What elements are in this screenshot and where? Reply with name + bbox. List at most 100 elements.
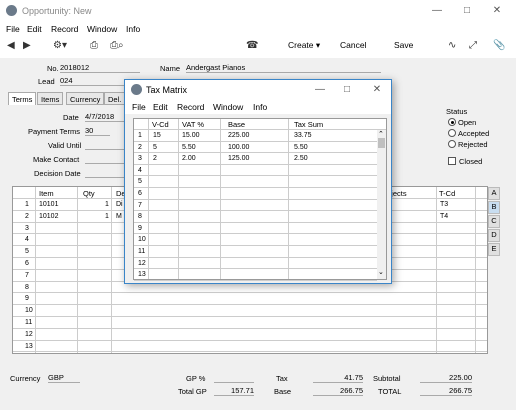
closed-checkbox[interactable] — [448, 157, 456, 165]
scroll-thumb[interactable] — [378, 138, 385, 148]
cell-qty[interactable]: 1 — [105, 201, 109, 208]
menu-file[interactable]: File — [6, 24, 20, 34]
cell-desc[interactable]: Di — [116, 201, 123, 208]
prev-record-icon[interactable]: ◀ — [7, 40, 15, 51]
menu-window[interactable]: Window — [87, 24, 117, 34]
no-field[interactable]: 2018012 — [60, 63, 140, 73]
col-qty-header: Qty — [83, 189, 95, 198]
dialog-close-icon[interactable]: ✕ — [365, 82, 389, 98]
scroll-down-icon[interactable]: ⌄ — [378, 268, 384, 276]
collapse-icon[interactable]: ⤢ — [469, 40, 477, 51]
cell-vat[interactable]: 2.00 — [182, 155, 196, 162]
cell-vat[interactable]: 15.00 — [182, 132, 200, 139]
side-tab-d[interactable]: D — [488, 229, 500, 242]
dialog-grid-header-divider — [134, 129, 386, 130]
attachment-icon[interactable]: 📎 — [493, 40, 505, 51]
title-bar: Opportunity: New — □ ✕ — [0, 0, 516, 22]
cell-base[interactable]: 225.00 — [228, 132, 249, 139]
maximize-icon[interactable]: □ — [455, 3, 479, 19]
print-preview-icon[interactable]: ⎙⌕ — [110, 40, 124, 51]
cell-tcd[interactable]: T3 — [440, 201, 448, 208]
tab-del[interactable]: Del. — [104, 92, 126, 105]
tab-terms[interactable]: Terms — [8, 92, 37, 105]
row-number: 6 — [138, 190, 142, 197]
menu-edit[interactable]: Edit — [27, 24, 42, 34]
activity-icon[interactable]: ∿ — [448, 40, 456, 51]
row-divider — [134, 152, 377, 154]
save-button[interactable]: Save — [394, 40, 413, 50]
row-divider — [13, 339, 487, 341]
dialog-menu-record[interactable]: Record — [177, 102, 204, 112]
row-divider — [134, 175, 377, 177]
gp-pct-field — [214, 373, 254, 383]
toolbar: ◀ ▶ ⚙▾ ⎙ ⎙⌕ ☎ Create ▾ Cancel Save ∿ ⤢ 📎 — [0, 36, 516, 58]
payment-terms-field[interactable]: 30 — [85, 126, 110, 136]
tab-items[interactable]: Items — [37, 92, 64, 105]
row-number: 13 — [25, 342, 33, 350]
print-icon[interactable]: ⎙ — [90, 40, 98, 51]
next-record-icon[interactable]: ▶ — [23, 40, 31, 51]
cell-vcd[interactable]: 15 — [153, 132, 161, 139]
dialog-menu-file[interactable]: File — [132, 102, 146, 112]
dialog-menu-window[interactable]: Window — [213, 102, 243, 112]
lead-field[interactable]: 024 — [60, 76, 130, 86]
dialog-maximize-icon[interactable]: □ — [335, 82, 359, 98]
name-field[interactable]: Andergast Pianos — [186, 63, 381, 73]
row-number: 4 — [138, 166, 142, 174]
tax-field: 41.75 — [313, 373, 363, 383]
cancel-button[interactable]: Cancel — [340, 40, 366, 50]
side-tab-e[interactable]: E — [488, 243, 500, 256]
valid-until-label: Valid Until — [48, 141, 82, 150]
cell-base[interactable]: 100.00 — [228, 144, 249, 151]
row-number: 3 — [138, 155, 142, 163]
decision-date-field[interactable] — [85, 168, 125, 178]
cell-qty[interactable]: 1 — [105, 213, 109, 220]
cell-desc[interactable]: M — [116, 213, 122, 220]
tab-currency[interactable]: Currency — [66, 92, 105, 105]
gear-icon[interactable]: ⚙▾ — [53, 40, 67, 51]
phone-icon[interactable]: ☎ — [246, 40, 258, 51]
tax-matrix-grid: V-Cd VAT % Base Tax Sum ⌃ ⌄ 1 15 15.00 225.… — [133, 118, 387, 281]
row-number: 5 — [138, 178, 142, 186]
cell-taxsum[interactable]: 33.75 — [294, 132, 312, 139]
side-tab-c[interactable]: C — [488, 215, 500, 228]
row-divider — [13, 327, 487, 329]
dialog-title-bar: Tax Matrix — □ ✕ — [125, 80, 391, 100]
cell-taxsum[interactable]: 5.50 — [294, 144, 308, 151]
cell-base[interactable]: 125.00 — [228, 155, 249, 162]
status-rejected-radio[interactable] — [448, 140, 456, 148]
cell-item[interactable]: 10101 — [39, 201, 58, 208]
menu-record[interactable]: Record — [51, 24, 78, 34]
col-vcd-header: V-Cd — [152, 120, 169, 129]
menu-bar: File Edit Record Window Info — [0, 22, 516, 36]
side-tab-a[interactable]: A — [488, 187, 500, 200]
status-open-radio[interactable] — [448, 118, 456, 126]
row-number: 10 — [138, 236, 146, 244]
payment-terms-label: Payment Terms — [28, 127, 80, 136]
scroll-up-icon[interactable]: ⌃ — [378, 130, 384, 138]
cell-vcd[interactable]: 5 — [153, 144, 157, 151]
minimize-icon[interactable]: — — [425, 3, 449, 19]
side-tab-b[interactable]: B — [488, 201, 500, 214]
dialog-menu-edit[interactable]: Edit — [153, 102, 168, 112]
cell-vcd[interactable]: 2 — [153, 155, 157, 162]
dialog-scrollbar[interactable]: ⌃ ⌄ — [377, 130, 386, 279]
status-open-label: Open — [458, 118, 477, 127]
make-contact-field[interactable] — [85, 154, 125, 164]
cell-taxsum[interactable]: 2.50 — [294, 155, 308, 162]
cell-item[interactable]: 10102 — [39, 213, 58, 220]
tax-matrix-dialog: Tax Matrix — □ ✕ File Edit Record Window… — [124, 79, 392, 284]
create-button[interactable]: Create ▾ — [288, 40, 320, 51]
menu-info[interactable]: Info — [126, 24, 140, 34]
gp-pct-label: GP % — [186, 374, 206, 383]
status-accepted-radio[interactable] — [448, 129, 456, 137]
cell-vat[interactable]: 5.50 — [182, 144, 196, 151]
currency-field[interactable]: GBP — [48, 373, 80, 383]
cell-tcd[interactable]: T4 — [440, 213, 448, 220]
row-number: 8 — [138, 213, 142, 221]
dialog-minimize-icon[interactable]: — — [308, 82, 332, 98]
valid-until-field[interactable] — [85, 140, 125, 150]
row-number: 2 — [138, 143, 142, 151]
dialog-menu-info[interactable]: Info — [253, 102, 267, 112]
close-icon[interactable]: ✕ — [485, 3, 509, 19]
